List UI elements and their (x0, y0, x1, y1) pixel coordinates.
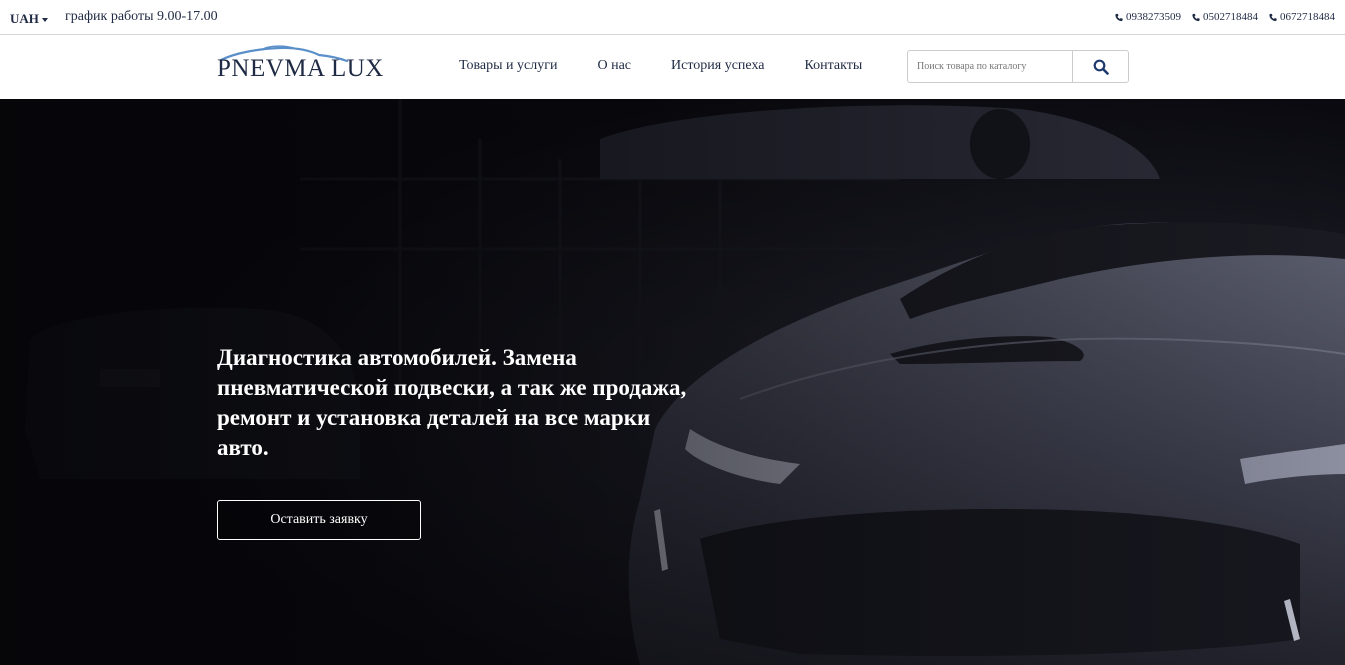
nav-item-success-stories[interactable]: История успеха (671, 58, 764, 74)
top-bar: UAH график работы 9.00-17.00 0938273509 … (0, 0, 1345, 35)
chevron-down-icon (41, 17, 48, 22)
phone-number: 0502718484 (1203, 11, 1258, 23)
nav-item-about[interactable]: О нас (597, 58, 631, 74)
phone-link-3[interactable]: 0672718484 (1269, 11, 1335, 23)
search-input[interactable] (908, 51, 1073, 82)
main-nav: Товары и услуги О нас История успеха Кон… (459, 58, 862, 74)
submit-request-button[interactable]: Оставить заявку (217, 500, 421, 540)
phone-icon (1115, 13, 1123, 21)
logo-wordmark: PNEVMA LUX (217, 56, 384, 81)
logo-text-second: LUX (330, 55, 384, 82)
catalog-search (907, 50, 1129, 83)
phone-link-2[interactable]: 0502718484 (1192, 11, 1258, 23)
nav-item-products[interactable]: Товары и услуги (459, 58, 557, 74)
phone-number: 0672718484 (1280, 11, 1335, 23)
site-logo[interactable]: PNEVMA LUX (217, 44, 383, 86)
phone-number: 0938273509 (1126, 11, 1181, 23)
phone-list: 0938273509 0502718484 0672718484 (1115, 11, 1335, 23)
currency-label: UAH (10, 11, 39, 26)
hero-banner: Диагностика автомобилей. Замена пневмати… (0, 99, 1345, 665)
phone-icon (1192, 13, 1200, 21)
currency-dropdown[interactable]: UAH (10, 11, 48, 27)
logo-text-main: PNEVMA (217, 55, 325, 82)
site-header: PNEVMA LUX Товары и услуги О нас История… (0, 35, 1345, 99)
hero-heading: Диагностика автомобилей. Замена пневмати… (217, 345, 687, 460)
work-schedule: график работы 9.00-17.00 (65, 9, 218, 24)
nav-item-contacts[interactable]: Контакты (804, 58, 862, 74)
search-button[interactable] (1072, 51, 1128, 82)
phone-icon (1269, 13, 1277, 21)
search-icon (1093, 59, 1109, 75)
phone-link-1[interactable]: 0938273509 (1115, 11, 1181, 23)
